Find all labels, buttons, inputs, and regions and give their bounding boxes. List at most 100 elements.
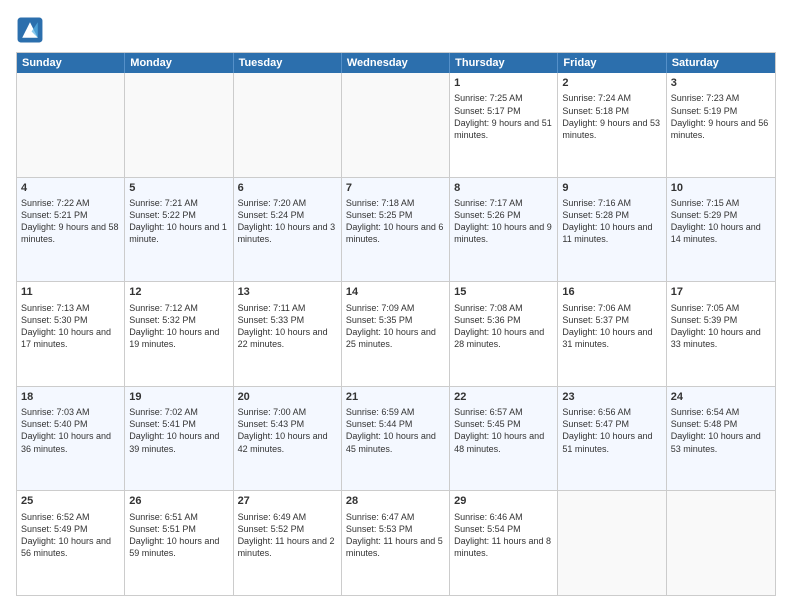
day-number: 9 [562,181,661,196]
day-info: Sunrise: 7:16 AMSunset: 5:28 PMDaylight:… [562,197,661,246]
day-number: 2 [562,76,661,91]
empty-cell [125,73,233,177]
sunrise-text: Sunrise: 7:13 AM [21,303,90,313]
sunset-text: Sunset: 5:40 PM [21,419,88,429]
day-number: 29 [454,494,553,509]
daylight-text: Daylight: 10 hours and 48 minutes. [454,431,544,453]
day-info: Sunrise: 7:00 AMSunset: 5:43 PMDaylight:… [238,406,337,455]
daylight-text: Daylight: 9 hours and 58 minutes. [21,222,119,244]
sunrise-text: Sunrise: 7:18 AM [346,198,415,208]
sunrise-text: Sunrise: 7:15 AM [671,198,740,208]
day-info: Sunrise: 7:22 AMSunset: 5:21 PMDaylight:… [21,197,120,246]
sunrise-text: Sunrise: 7:25 AM [454,93,523,103]
day-info: Sunrise: 6:57 AMSunset: 5:45 PMDaylight:… [454,406,553,455]
day-info: Sunrise: 7:17 AMSunset: 5:26 PMDaylight:… [454,197,553,246]
sunrise-text: Sunrise: 7:23 AM [671,93,740,103]
day-cell-18: 18Sunrise: 7:03 AMSunset: 5:40 PMDayligh… [17,387,125,491]
day-number: 20 [238,390,337,405]
sunset-text: Sunset: 5:49 PM [21,524,88,534]
sunset-text: Sunset: 5:18 PM [562,106,629,116]
sunset-text: Sunset: 5:19 PM [671,106,738,116]
day-number: 23 [562,390,661,405]
sunset-text: Sunset: 5:25 PM [346,210,413,220]
header [16,16,776,44]
daylight-text: Daylight: 10 hours and 42 minutes. [238,431,328,453]
day-cell-21: 21Sunrise: 6:59 AMSunset: 5:44 PMDayligh… [342,387,450,491]
empty-cell [342,73,450,177]
day-number: 12 [129,285,228,300]
daylight-text: Daylight: 10 hours and 14 minutes. [671,222,761,244]
calendar-week-1: 1Sunrise: 7:25 AMSunset: 5:17 PMDaylight… [17,73,775,177]
daylight-text: Daylight: 10 hours and 56 minutes. [21,536,111,558]
sunrise-text: Sunrise: 7:12 AM [129,303,198,313]
day-number: 1 [454,76,553,91]
sunrise-text: Sunrise: 7:16 AM [562,198,631,208]
logo-icon [16,16,44,44]
day-number: 6 [238,181,337,196]
sunset-text: Sunset: 5:44 PM [346,419,413,429]
day-cell-17: 17Sunrise: 7:05 AMSunset: 5:39 PMDayligh… [667,282,775,386]
daylight-text: Daylight: 11 hours and 2 minutes. [238,536,335,558]
daylight-text: Daylight: 11 hours and 5 minutes. [346,536,443,558]
sunrise-text: Sunrise: 7:24 AM [562,93,631,103]
day-number: 11 [21,285,120,300]
daylight-text: Daylight: 10 hours and 36 minutes. [21,431,111,453]
sunrise-text: Sunrise: 7:00 AM [238,407,307,417]
sunrise-text: Sunrise: 6:56 AM [562,407,631,417]
day-info: Sunrise: 7:23 AMSunset: 5:19 PMDaylight:… [671,92,771,141]
day-info: Sunrise: 7:12 AMSunset: 5:32 PMDaylight:… [129,302,228,351]
sunset-text: Sunset: 5:51 PM [129,524,196,534]
header-day-saturday: Saturday [667,53,775,73]
day-cell-25: 25Sunrise: 6:52 AMSunset: 5:49 PMDayligh… [17,491,125,595]
day-cell-14: 14Sunrise: 7:09 AMSunset: 5:35 PMDayligh… [342,282,450,386]
sunset-text: Sunset: 5:35 PM [346,315,413,325]
daylight-text: Daylight: 9 hours and 51 minutes. [454,118,552,140]
daylight-text: Daylight: 10 hours and 22 minutes. [238,327,328,349]
sunset-text: Sunset: 5:26 PM [454,210,521,220]
sunset-text: Sunset: 5:52 PM [238,524,305,534]
sunrise-text: Sunrise: 6:46 AM [454,512,523,522]
day-number: 7 [346,181,445,196]
day-info: Sunrise: 7:06 AMSunset: 5:37 PMDaylight:… [562,302,661,351]
day-number: 27 [238,494,337,509]
day-info: Sunrise: 6:52 AMSunset: 5:49 PMDaylight:… [21,511,120,560]
sunrise-text: Sunrise: 7:09 AM [346,303,415,313]
calendar-week-5: 25Sunrise: 6:52 AMSunset: 5:49 PMDayligh… [17,490,775,595]
empty-cell [558,491,666,595]
day-number: 14 [346,285,445,300]
day-cell-9: 9Sunrise: 7:16 AMSunset: 5:28 PMDaylight… [558,178,666,282]
sunrise-text: Sunrise: 7:03 AM [21,407,90,417]
day-info: Sunrise: 7:18 AMSunset: 5:25 PMDaylight:… [346,197,445,246]
sunset-text: Sunset: 5:53 PM [346,524,413,534]
day-info: Sunrise: 7:20 AMSunset: 5:24 PMDaylight:… [238,197,337,246]
sunrise-text: Sunrise: 7:06 AM [562,303,631,313]
daylight-text: Daylight: 10 hours and 9 minutes. [454,222,552,244]
day-number: 8 [454,181,553,196]
day-info: Sunrise: 7:11 AMSunset: 5:33 PMDaylight:… [238,302,337,351]
sunset-text: Sunset: 5:36 PM [454,315,521,325]
day-number: 28 [346,494,445,509]
day-number: 21 [346,390,445,405]
day-number: 16 [562,285,661,300]
sunset-text: Sunset: 5:54 PM [454,524,521,534]
sunset-text: Sunset: 5:39 PM [671,315,738,325]
day-cell-13: 13Sunrise: 7:11 AMSunset: 5:33 PMDayligh… [234,282,342,386]
day-info: Sunrise: 6:54 AMSunset: 5:48 PMDaylight:… [671,406,771,455]
header-day-tuesday: Tuesday [234,53,342,73]
day-info: Sunrise: 6:51 AMSunset: 5:51 PMDaylight:… [129,511,228,560]
day-number: 5 [129,181,228,196]
sunset-text: Sunset: 5:30 PM [21,315,88,325]
day-cell-20: 20Sunrise: 7:00 AMSunset: 5:43 PMDayligh… [234,387,342,491]
page: SundayMondayTuesdayWednesdayThursdayFrid… [0,0,792,612]
calendar: SundayMondayTuesdayWednesdayThursdayFrid… [16,52,776,596]
sunrise-text: Sunrise: 7:08 AM [454,303,523,313]
day-cell-2: 2Sunrise: 7:24 AMSunset: 5:18 PMDaylight… [558,73,666,177]
day-cell-15: 15Sunrise: 7:08 AMSunset: 5:36 PMDayligh… [450,282,558,386]
day-number: 17 [671,285,771,300]
day-info: Sunrise: 6:49 AMSunset: 5:52 PMDaylight:… [238,511,337,560]
day-number: 26 [129,494,228,509]
day-cell-29: 29Sunrise: 6:46 AMSunset: 5:54 PMDayligh… [450,491,558,595]
calendar-body: 1Sunrise: 7:25 AMSunset: 5:17 PMDaylight… [17,73,775,595]
day-info: Sunrise: 7:09 AMSunset: 5:35 PMDaylight:… [346,302,445,351]
day-number: 15 [454,285,553,300]
